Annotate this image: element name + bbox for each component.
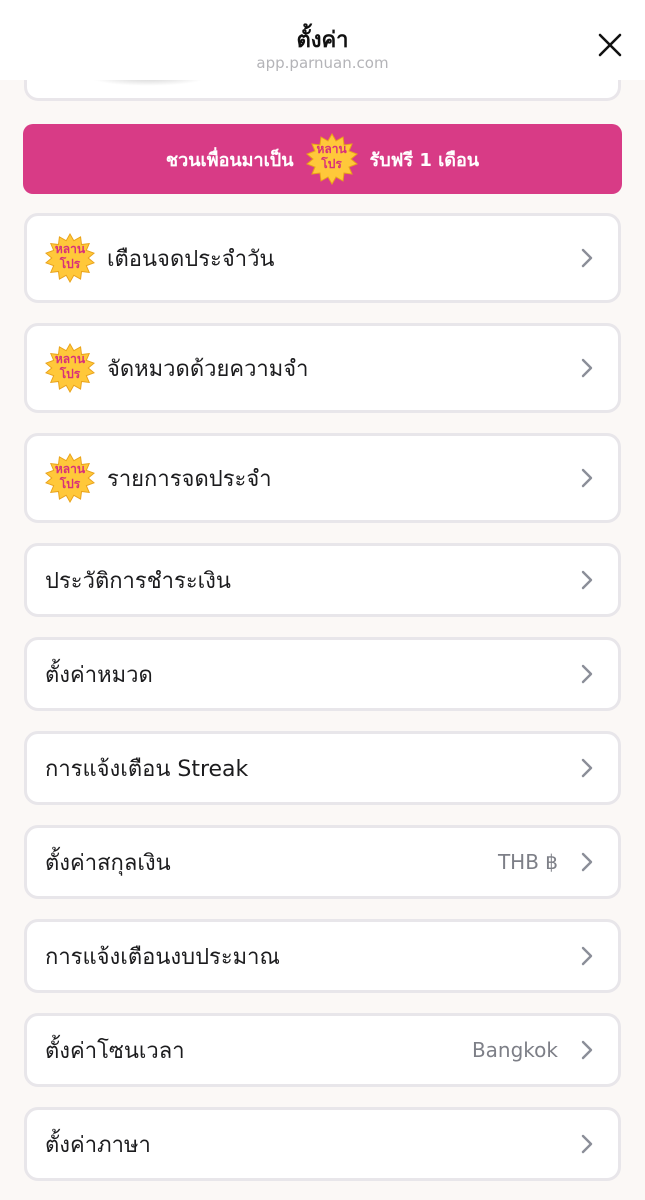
page-url: app.parnuan.com <box>256 54 389 72</box>
chevron-right-icon <box>581 758 593 778</box>
chevron-right-icon <box>581 468 593 488</box>
menu-item-label: ตั้งค่าหมวด <box>45 662 153 688</box>
pro-badge-icon: หลาน โปร <box>45 343 95 393</box>
menu-item-streak-notification[interactable]: การแจ้งเตือน Streak <box>24 731 621 805</box>
timezone-value: Bangkok <box>471 1038 558 1062</box>
menu-item-language-settings[interactable]: ตั้งค่าภาษา <box>24 1107 621 1181</box>
invite-friend-banner[interactable]: ชวนเพื่อนมาเป็น หลาน โปร รับฟรี 1 เดือน <box>23 124 622 194</box>
chevron-right-icon <box>581 664 593 684</box>
menu-item-payment-history[interactable]: ประวัติการชำระเงิน <box>24 543 621 617</box>
menu-item-label: การแจ้งเตือนงบประมาณ <box>45 944 280 970</box>
chevron-right-icon <box>581 1040 593 1060</box>
chevron-right-icon <box>581 570 593 590</box>
menu-item-label: ประวัติการชำระเงิน <box>45 568 231 594</box>
menu-item-label: ตั้งค่าสกุลเงิน <box>45 850 171 876</box>
currency-value: THB ฿ <box>497 850 558 874</box>
menu-item-label: ตั้งค่าโซนเวลา <box>45 1038 185 1064</box>
invite-text-after: รับฟรี 1 เดือน <box>369 149 480 171</box>
badge-line2: โปร <box>321 157 342 171</box>
menu-item-label: การแจ้งเตือน Streak <box>45 756 249 782</box>
menu-item-timezone-settings[interactable]: ตั้งค่าโซนเวลา Bangkok <box>24 1013 621 1087</box>
menu-item-category-settings[interactable]: ตั้งค่าหมวด <box>24 637 621 711</box>
badge-line1: หลาน <box>316 142 347 156</box>
pro-badge-icon: หลาน โปร <box>45 233 95 283</box>
top-bar: ตั้งค่า app.parnuan.com <box>0 0 645 80</box>
badge-line1: หลาน <box>54 242 86 256</box>
menu-item-label: ตั้งค่าภาษา <box>45 1132 151 1158</box>
chevron-right-icon <box>581 358 593 378</box>
menu-item-budget-notification[interactable]: การแจ้งเตือนงบประมาณ <box>24 919 621 993</box>
badge-line1: หลาน <box>54 352 86 366</box>
badge-line1: หลาน <box>54 462 86 476</box>
close-button[interactable] <box>595 30 625 60</box>
chevron-right-icon <box>581 1134 593 1154</box>
invite-text-before: ชวนเพื่อนมาเป็น <box>165 149 294 171</box>
close-icon <box>598 33 622 57</box>
menu-item-recurring-entries[interactable]: หลาน โปร รายการจดประจำ <box>24 433 621 523</box>
chevron-right-icon <box>581 248 593 268</box>
chevron-right-icon <box>581 946 593 966</box>
menu-item-label: จัดหมวดด้วยความจำ <box>107 356 309 382</box>
menu-item-label: เตือนจดประจำวัน <box>107 246 275 272</box>
pro-badge-icon: หลาน โปร <box>45 453 95 503</box>
badge-line2: โปร <box>59 477 81 491</box>
menu-item-currency-settings[interactable]: ตั้งค่าสกุลเงิน THB ฿ <box>24 825 621 899</box>
pro-badge-icon: หลาน โปร <box>305 133 358 185</box>
menu-item-smart-categorize[interactable]: หลาน โปร จัดหมวดด้วยความจำ <box>24 323 621 413</box>
page-title: ตั้งค่า <box>296 28 349 53</box>
badge-line2: โปร <box>59 257 81 271</box>
menu-item-label: รายการจดประจำ <box>107 466 272 492</box>
chevron-right-icon <box>581 852 593 872</box>
menu-item-daily-reminder[interactable]: หลาน โปร เตือนจดประจำวัน <box>24 213 621 303</box>
badge-line2: โปร <box>59 367 81 381</box>
